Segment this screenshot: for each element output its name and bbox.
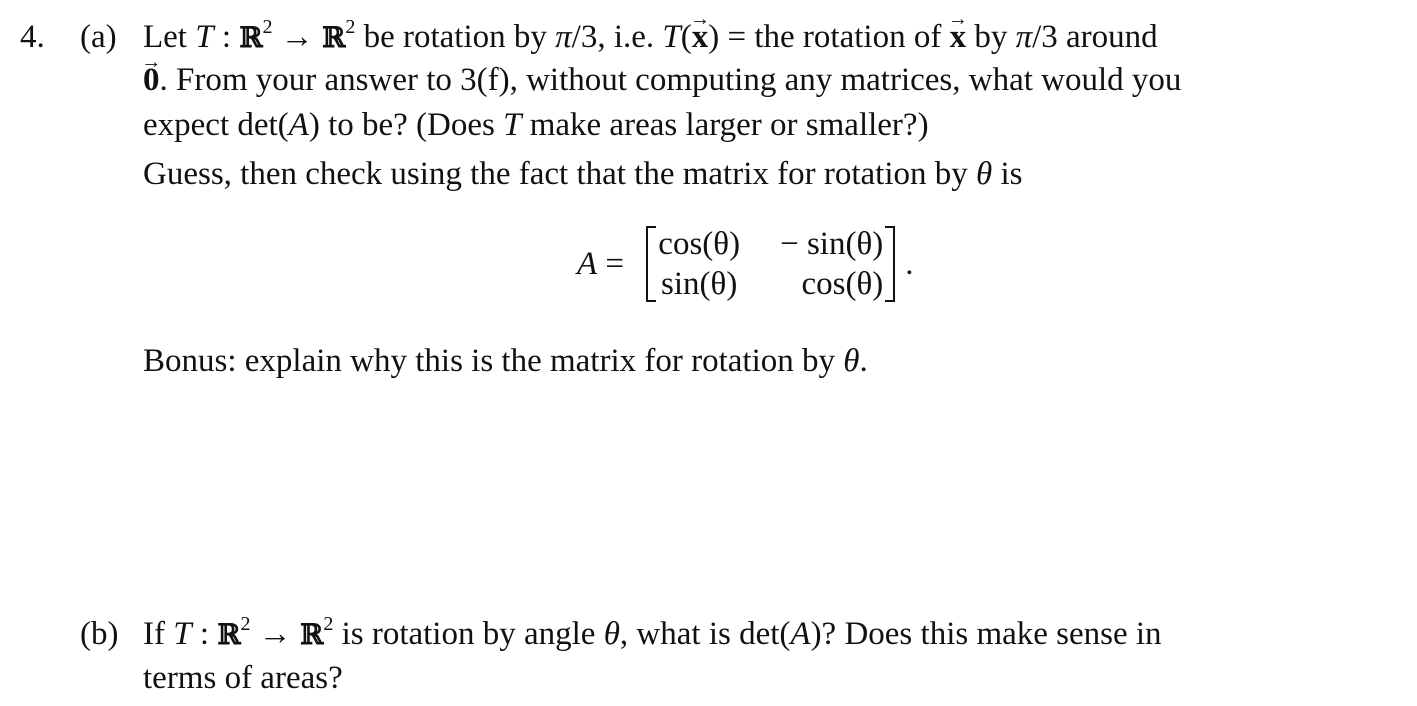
math-A: A [577,245,598,282]
math-T: T [195,19,214,55]
arrow-icon: → [250,616,301,652]
math-reals: ℝ [239,21,263,54]
part-a-label: (a) [80,19,117,55]
part-b-label: (b) [80,616,119,652]
text: If [143,616,174,652]
text: make areas larger or smaller?) [521,107,929,143]
math-T: T [662,19,681,55]
problem-document: 4. (a) Let T : ℝ2 → ℝ2 be rotation by π/… [0,0,1417,706]
exponent: 2 [262,16,273,38]
math-A: A [790,616,811,652]
math-theta: θ [603,616,620,652]
math-reals: ℝ [217,618,241,651]
math-T: T [503,107,522,143]
part-b-line-1: If T : ℝ2 → ℝ2 is rotation by angle θ, w… [143,614,1162,655]
text: Guess, then check using the fact that th… [143,156,977,192]
text: is rotation by angle [333,616,604,652]
math-pi: π [555,19,572,55]
text: , what is det( [619,616,791,652]
vector-zero: 0 [143,60,160,100]
part-a-line-4: Guess, then check using the fact that th… [143,154,1023,194]
vector-x: x [692,17,709,57]
part-b-line-2: terms of areas? [143,660,343,696]
text: )? Does this make sense in [810,616,1162,652]
part-a-line-1: Let T : ℝ2 → ℝ2 be rotation by π/3, i.e.… [143,17,1158,58]
math-reals: ℝ [322,21,346,54]
period: . [905,245,914,282]
text: Bonus: explain why this is the matrix fo… [143,343,844,379]
text: : [213,19,240,55]
matrix-cell: cos(θ) [658,226,741,262]
vector-x: x [950,17,967,57]
arrow-icon: → [272,19,323,55]
math-T: T [173,616,192,652]
matrix: cos(θ) − sin(θ) sin(θ) cos(θ) [646,224,896,304]
math-theta: θ [843,343,860,379]
exponent: 2 [240,613,251,635]
text: expect det( [143,107,289,143]
text: by [966,19,1016,55]
text: . From your answer to 3(f), without comp… [159,62,1182,98]
math-theta: θ [976,156,993,192]
text: ) to be? (Does [308,107,504,143]
equals-sign: = [597,245,633,282]
part-a-line-3: expect det(A) to be? (Does T make areas … [143,105,929,145]
matrix-cell: cos(θ) [801,266,884,302]
exponent: 2 [323,613,334,635]
rotation-matrix-equation: A = cos(θ) − sin(θ) sin(θ) cos(θ) . [577,224,914,304]
matrix-cell: sin(θ) [661,266,738,302]
part-a-line-2: 0. From your answer to 3(f), without com… [143,60,1181,100]
text: : [191,616,218,652]
text: be rotation by [355,19,556,55]
math-reals: ℝ [300,618,324,651]
problem-number: 4. [20,19,45,55]
text: is [992,156,1023,192]
exponent: 2 [345,16,356,38]
text: . [859,343,868,379]
text: ) = the rotation of [708,19,950,55]
math-pi: π [1015,19,1033,55]
math-A: A [288,107,309,143]
matrix-cell: − sin(θ) [780,226,884,262]
text: /3, i.e. [571,19,663,55]
bonus-line: Bonus: explain why this is the matrix fo… [143,341,868,381]
text: /3 around [1032,19,1158,55]
